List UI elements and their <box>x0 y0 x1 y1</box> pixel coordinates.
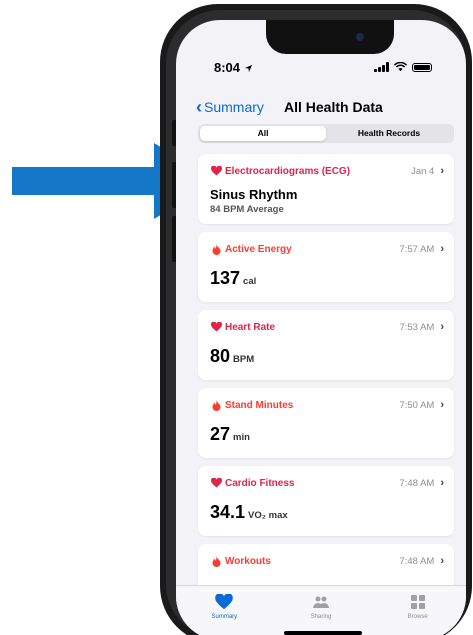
heart-rate-card[interactable]: Heart Rate 7:53 AM › 80 BPM <box>198 310 454 380</box>
card-label: Active Energy <box>225 243 292 255</box>
metric-value: 27 <box>210 424 231 444</box>
flame-icon <box>210 243 222 255</box>
tab-label: Summary <box>211 614 238 620</box>
metric-unit: VO₂ max <box>248 510 288 521</box>
card-label: Cardio Fitness <box>225 477 295 489</box>
sharing-icon <box>313 596 329 608</box>
heart-icon <box>210 321 222 333</box>
tab-summary[interactable]: Summary <box>176 586 273 635</box>
ecg-card[interactable]: Electrocardiograms (ECG) Jan 4 › Sinus Rh… <box>198 154 454 224</box>
card-label: Workouts <box>225 555 271 567</box>
back-button[interactable]: ‹ Summary <box>196 97 264 117</box>
chevron-right-icon: › <box>440 399 444 411</box>
chevron-right-icon: › <box>440 555 444 567</box>
stand-minutes-card[interactable]: Stand Minutes 7:50 AM › 27 min <box>198 388 454 458</box>
card-time: 7:48 AM › <box>399 555 444 567</box>
metric-unit: cal <box>243 276 257 287</box>
segmented-control: All Health Records <box>198 124 454 143</box>
segment-health-records[interactable]: Health Records <box>326 126 452 141</box>
chevron-right-icon: › <box>440 477 444 489</box>
card-label: Stand Minutes <box>225 399 294 411</box>
battery-icon <box>412 62 432 72</box>
status-bar: 8:04 <box>176 60 466 80</box>
health-data-list: Electrocardiograms (ECG) Jan 4 › Sinus Rh… <box>198 154 454 622</box>
tab-label: Sharing <box>310 614 332 620</box>
card-time: Jan 4 › <box>411 165 444 177</box>
cellular-signal-icon <box>374 62 389 72</box>
metric-value: 34.1 <box>210 502 246 522</box>
back-label: Summary <box>204 99 264 115</box>
phone-screen: 8:04 ‹ Summary All Health Data All Healt… <box>176 20 466 635</box>
metric-value: 80 <box>210 346 231 366</box>
flame-icon <box>210 399 222 411</box>
card-label: Electrocardiograms (ECG) <box>225 165 351 177</box>
card-time: 7:57 AM › <box>399 243 444 255</box>
location-arrow-icon <box>244 64 252 73</box>
chevron-left-icon: ‹ <box>196 97 202 117</box>
card-time: 7:50 AM › <box>399 399 444 411</box>
heart-icon <box>210 165 222 177</box>
card-time: 7:48 AM › <box>399 477 444 489</box>
card-label: Heart Rate <box>225 321 276 333</box>
cardio-fitness-card[interactable]: Cardio Fitness 7:48 AM › 34.1 VO₂ max <box>198 466 454 536</box>
home-indicator[interactable] <box>284 631 362 635</box>
tab-bar: Summary Sharing Browse <box>176 585 466 635</box>
nav-bar: ‹ Summary All Health Data <box>176 97 466 121</box>
heart-icon <box>215 594 234 610</box>
heart-icon <box>210 477 222 489</box>
tab-sharing[interactable]: Sharing <box>273 586 370 635</box>
chevron-right-icon: › <box>440 243 444 255</box>
tab-browse[interactable]: Browse <box>369 586 466 635</box>
notch <box>266 20 394 54</box>
card-time: 7:53 AM › <box>399 321 444 333</box>
metric-unit: min <box>233 432 250 443</box>
chevron-right-icon: › <box>440 321 444 333</box>
wifi-icon <box>394 62 407 72</box>
tab-label: Browse <box>407 614 428 620</box>
flame-icon <box>210 555 222 567</box>
browse-grid-icon <box>410 595 425 609</box>
metric-unit: BPM <box>233 354 255 365</box>
segment-all[interactable]: All <box>200 126 326 141</box>
page-title: All Health Data <box>284 99 383 115</box>
ecg-average: 84 BPM Average <box>210 204 284 215</box>
status-time: 8:04 <box>214 60 253 75</box>
status-icons <box>374 62 432 72</box>
ecg-result: Sinus Rhythm <box>210 187 298 202</box>
chevron-right-icon: › <box>440 165 444 177</box>
metric-value: 137 <box>210 268 241 288</box>
active-energy-card[interactable]: Active Energy 7:57 AM › 137 cal <box>198 232 454 302</box>
